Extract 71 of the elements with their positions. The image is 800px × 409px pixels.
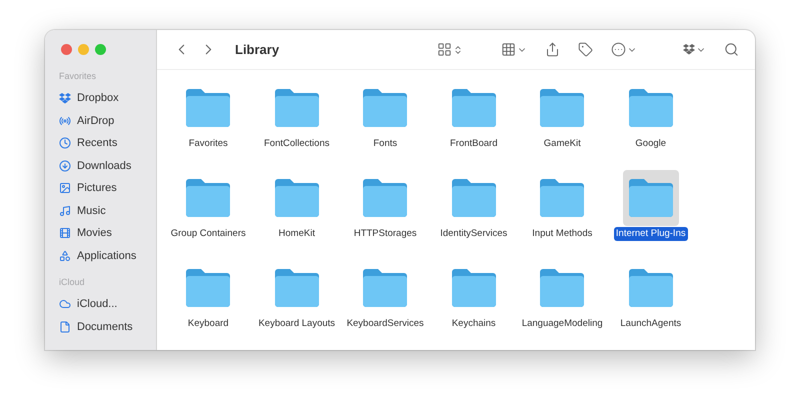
grid-icon (437, 42, 452, 57)
zoom-button[interactable] (95, 44, 106, 55)
sidebar-item[interactable]: Dropbox (55, 87, 156, 110)
sidebar-item[interactable]: Recents (55, 132, 156, 154)
applications-icon (59, 250, 71, 262)
search-icon (724, 42, 739, 57)
folder-name: Keyboard Layouts (257, 317, 336, 331)
folder-icon (184, 178, 232, 218)
folder-icon (272, 178, 321, 218)
sidebar-item[interactable]: Music (55, 200, 156, 222)
share-icon (545, 42, 560, 57)
film-icon (59, 227, 71, 240)
music-note-icon (59, 204, 71, 217)
sidebar-item[interactable]: Downloads (55, 154, 156, 177)
sidebar-item[interactable]: iCloud... (55, 293, 156, 316)
folder-name: Input Methods (531, 227, 594, 241)
ellipsis-icon (611, 42, 626, 57)
folder-name: Group Containers (170, 227, 247, 241)
folder-icon (626, 88, 675, 128)
folder-icon (272, 88, 321, 128)
folder-icon (184, 88, 232, 128)
folder-name: GameKit (542, 137, 582, 151)
folder-tile[interactable] (622, 170, 679, 226)
folder-name: Favorites (188, 137, 229, 151)
clock-icon (59, 137, 71, 150)
grid-icon (501, 42, 516, 57)
folder-name: Keyboard (186, 317, 230, 331)
updown-icon (453, 44, 463, 54)
folder-icon (626, 268, 675, 308)
sidebar-item[interactable]: AirDrop (55, 110, 156, 132)
tag-button[interactable] (576, 40, 595, 59)
folder-icon (272, 268, 321, 308)
folder-icon (184, 268, 232, 308)
document-icon (59, 320, 71, 333)
folder-icon (450, 88, 498, 128)
folder-name: Fonts (372, 137, 398, 151)
cloud-icon (59, 298, 71, 310)
airdrop-icon (59, 114, 71, 127)
folder-icon (361, 268, 410, 308)
folder-name: FrontBoard (448, 137, 499, 151)
dropbox-icon (59, 92, 71, 104)
sidebar-section-title: Favorites (59, 70, 98, 83)
window-title: Library (235, 42, 280, 57)
folder-name: FontCollections (263, 137, 330, 151)
download-icon (59, 160, 71, 172)
folder-name: KeyboardServices (346, 317, 425, 331)
folder-icon (538, 268, 586, 308)
tag-icon (578, 42, 593, 57)
folder-name: LaunchAgents (619, 317, 682, 331)
folder-icon (361, 178, 410, 218)
folder-name: Keychains (450, 317, 497, 331)
folder-icon (538, 178, 586, 218)
folder-icon (626, 178, 675, 218)
folder-icon (450, 178, 498, 218)
sidebar-section-title: iCloud (59, 276, 86, 289)
sidebar-item[interactable]: Applications (55, 244, 156, 267)
folder-name: HomeKit (278, 227, 316, 241)
folder-icon (450, 268, 498, 308)
folder-name: Google (634, 137, 668, 151)
folder-icon (361, 88, 410, 128)
sidebar-item[interactable]: Movies (55, 222, 156, 244)
folder-name: IdentityServices (439, 227, 508, 241)
folder-icon (538, 88, 586, 128)
sidebar-item[interactable]: Pictures (55, 177, 156, 200)
close-button[interactable] (61, 44, 72, 55)
sidebar-item[interactable]: Documents (55, 316, 156, 338)
folder-name: HTTPStorages (352, 227, 418, 241)
folder-name: Internet Plug-Ins (614, 227, 688, 241)
folder-name: LanguageModeling (520, 317, 604, 331)
picture-icon (59, 182, 71, 194)
dropbox-icon (683, 44, 695, 55)
